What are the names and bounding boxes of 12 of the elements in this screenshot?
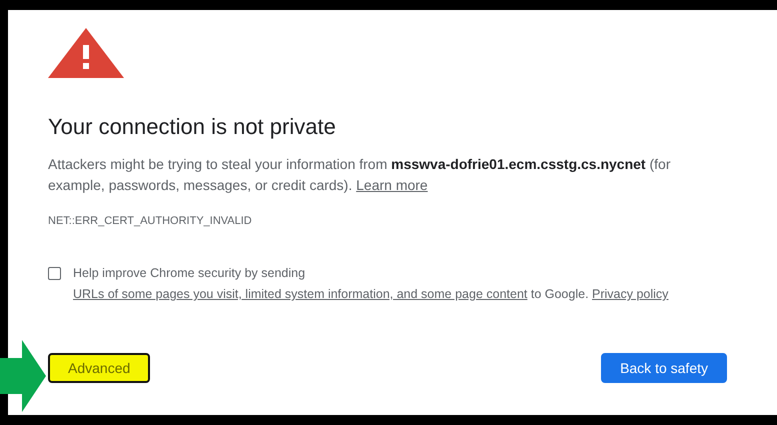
- page-heading: Your connection is not private: [48, 114, 337, 140]
- policy-link[interactable]: URLs of some pages you visit, limited system information, and some page content: [73, 287, 528, 301]
- error-code: NET::ERR_CERT_AUTHORITY_INVALID: [48, 214, 253, 228]
- warning-message: Attackers might be trying to steal your information from msswva-dofrie01.ecm.csstg.cs.nycnet (for example, passwords, messages, or credit cards). Learn more: [48, 155, 672, 195]
- report-checkbox[interactable]: [48, 267, 61, 280]
- policy-link[interactable]: Privacy policy: [592, 287, 668, 301]
- advanced-button[interactable]: Advanced: [48, 353, 150, 383]
- warning-icon: [48, 28, 124, 78]
- report-option-text: Help improve Chrome security by sending URLs of some pages you visit, limited system information, and some page content to Google. Privacy policy: [73, 265, 670, 303]
- learn-more-link[interactable]: Learn more: [356, 177, 428, 193]
- arrow-icon: [0, 340, 46, 412]
- back-to-safety-button[interactable]: Back to safety: [601, 353, 727, 383]
